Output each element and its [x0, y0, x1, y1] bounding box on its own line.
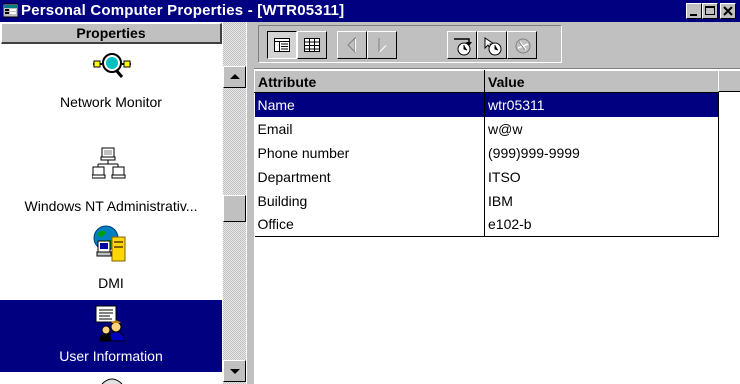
table-row[interactable]: Phone number (999)999-9999 — [254, 140, 719, 165]
attribute-cell[interactable]: Phone number — [254, 140, 485, 165]
partial-icon — [101, 378, 123, 384]
sidebar-item-label: DMI — [98, 275, 124, 291]
dmi-icon — [93, 225, 126, 262]
value-cell[interactable]: IBM — [484, 188, 719, 213]
refresh-selected-button[interactable] — [477, 31, 507, 59]
attribute-cell[interactable]: Email — [254, 116, 485, 141]
stop-refresh-icon — [515, 38, 531, 54]
attribute-cell[interactable]: Building — [254, 188, 485, 213]
grid-view-icon — [304, 38, 320, 52]
maximize-icon — [705, 6, 715, 15]
table-row[interactable]: Office e102-b — [254, 212, 719, 237]
value-cell[interactable]: e102-b — [484, 212, 719, 237]
attribute-cell[interactable]: Department — [254, 164, 485, 189]
properties-header[interactable]: Properties — [1, 23, 222, 44]
scroll-thumb[interactable] — [223, 195, 246, 222]
next-button[interactable] — [367, 31, 397, 59]
table-row[interactable]: Name wtr05311 — [254, 92, 719, 117]
toolbar — [258, 25, 562, 63]
scroll-down-button[interactable] — [223, 360, 246, 382]
close-icon — [723, 6, 733, 16]
table-row[interactable]: Building IBM — [254, 188, 719, 213]
value-cell[interactable]: wtr05311 — [484, 92, 719, 117]
maximize-button[interactable] — [702, 3, 718, 19]
attribute-cell[interactable]: Name — [254, 92, 485, 117]
title-bar[interactable]: Personal Computer Properties - [WTR05311… — [0, 0, 740, 22]
sidebar-item-user-information[interactable]: User Information — [0, 300, 222, 372]
attribute-table: Attribute Value Name wtr05311 Email w@w … — [254, 70, 719, 237]
nt-admin-icon — [92, 147, 126, 179]
value-cell[interactable]: w@w — [484, 116, 719, 141]
value-cell[interactable]: (999)999-9999 — [484, 140, 719, 165]
previous-icon — [347, 36, 356, 54]
properties-icon — [3, 3, 18, 18]
scroll-up-button[interactable] — [223, 66, 246, 88]
refresh-history-button[interactable] — [447, 31, 477, 59]
sidebar-item-windows-nt-administrative[interactable]: Windows NT Administrativ... — [0, 146, 222, 228]
minimize-icon — [690, 14, 697, 16]
arrow-up-icon — [230, 74, 240, 79]
table-row[interactable]: Department ITSO — [254, 164, 719, 189]
sidebar-item-partial — [0, 374, 222, 384]
window-title: Personal Computer Properties - [WTR05311… — [21, 2, 345, 19]
previous-button[interactable] — [337, 31, 367, 59]
properties-window: Personal Computer Properties - [WTR05311… — [0, 0, 740, 384]
properties-list: Properties Network Monitor Windows NT Ad… — [0, 22, 249, 384]
column-header-attribute[interactable]: Attribute — [254, 70, 485, 93]
sidebar-item-label: Windows NT Administrativ... — [24, 198, 198, 214]
next-icon — [378, 38, 387, 53]
minimize-button[interactable] — [686, 3, 702, 19]
table-row[interactable]: Email w@w — [254, 116, 719, 141]
detail-view-button[interactable] — [267, 31, 297, 59]
refresh-history-icon — [454, 38, 472, 56]
user-information-icon — [95, 305, 125, 342]
sidebar-item-dmi[interactable]: DMI — [0, 220, 222, 298]
attribute-cell[interactable]: Office — [254, 212, 485, 237]
column-header-value[interactable]: Value — [484, 70, 719, 93]
value-cell[interactable]: ITSO — [484, 164, 719, 189]
grid-view-button[interactable] — [297, 31, 327, 59]
sidebar-item-label: User Information — [59, 348, 163, 364]
network-monitor-icon — [93, 53, 131, 78]
sidebar-item-network-monitor[interactable]: Network Monitor — [0, 46, 222, 114]
close-button[interactable] — [720, 3, 736, 19]
arrow-down-icon — [230, 369, 240, 374]
header-filler — [718, 70, 740, 92]
pane-splitter[interactable] — [246, 22, 254, 384]
refresh-selected-icon — [484, 37, 502, 56]
details-pane: Attribute Value Name wtr05311 Email w@w … — [254, 22, 740, 384]
attribute-grid[interactable]: Attribute Value Name wtr05311 Email w@w … — [254, 68, 740, 384]
stop-refresh-button[interactable] — [507, 31, 537, 59]
sidebar-scrollbar[interactable] — [223, 22, 246, 384]
detail-view-icon — [274, 38, 290, 52]
sidebar-item-label: Network Monitor — [60, 94, 162, 110]
